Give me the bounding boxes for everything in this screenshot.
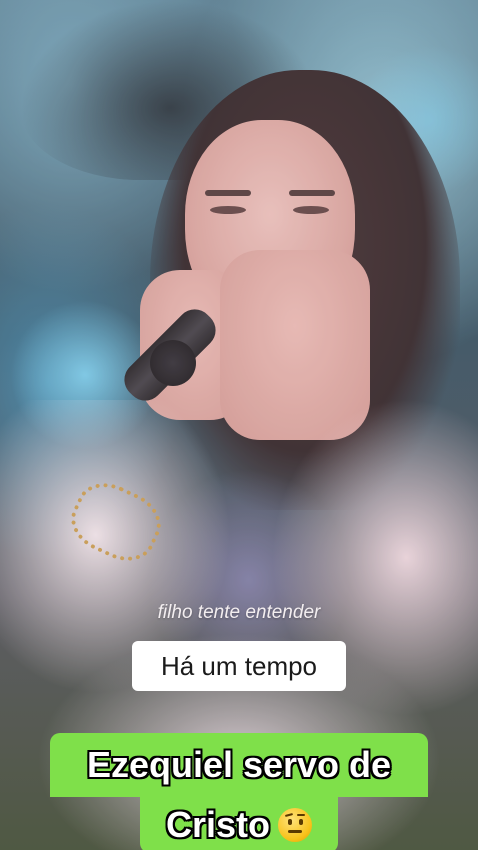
- caption-line-2: Cristo: [140, 797, 338, 850]
- caption-text-2: Cristo: [165, 804, 270, 845]
- lyric-current-line: Há um tempo: [132, 641, 346, 691]
- caption-line-1: Ezequiel servo de: [50, 733, 428, 797]
- thinking-face-icon: [278, 808, 312, 842]
- caption-text-1: Ezequiel servo de: [86, 744, 392, 785]
- video-overlay: [0, 0, 478, 850]
- video-frame[interactable]: filho tente entender Há um tempo Ezequie…: [0, 0, 478, 850]
- lyric-current-text: Há um tempo: [160, 650, 318, 681]
- lyric-previous-line: filho tente entender: [157, 602, 321, 623]
